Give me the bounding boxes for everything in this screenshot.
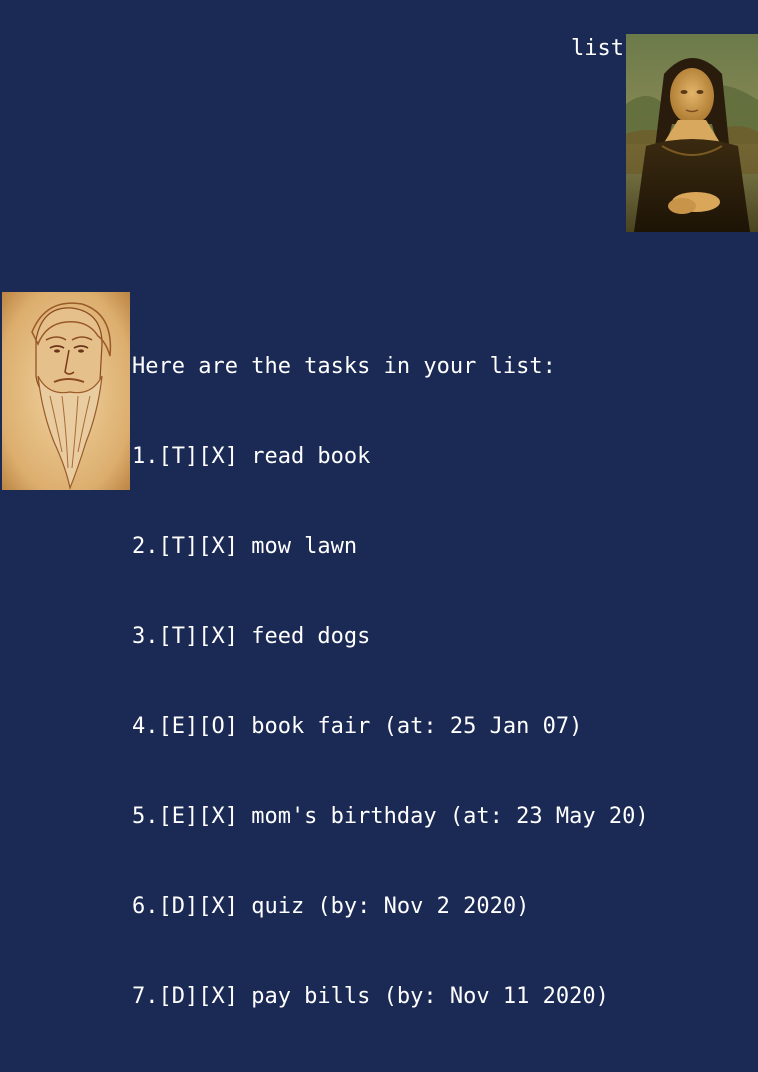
mona-lisa-avatar-icon (626, 34, 758, 232)
task-item: 4.[E][O] book fair (at: 25 Jan 07) (132, 714, 583, 739)
task-item: 5.[E][X] mom's birthday (at: 23 May 20) (132, 804, 649, 829)
bot-message: Here are the tasks in your list: 1.[T][X… (2, 292, 649, 1072)
task-item: 1.[T][X] read book (132, 444, 371, 469)
leonardo-avatar-icon (2, 292, 130, 490)
task-item: 6.[D][X] quiz (by: Nov 2 2020) (132, 894, 530, 919)
bot-message-text: Here are the tasks in your list: 1.[T][X… (132, 292, 649, 1072)
chat-window: { "user_message": { "text": "list", "ava… (0, 0, 758, 1009)
user-message-text: list (571, 36, 624, 61)
task-item: 7.[D][X] pay bills (by: Nov 11 2020) (132, 984, 609, 1009)
user-message: list (571, 34, 758, 232)
task-list-header: Here are the tasks in your list: (132, 354, 556, 379)
task-item: 3.[T][X] feed dogs (132, 624, 371, 649)
